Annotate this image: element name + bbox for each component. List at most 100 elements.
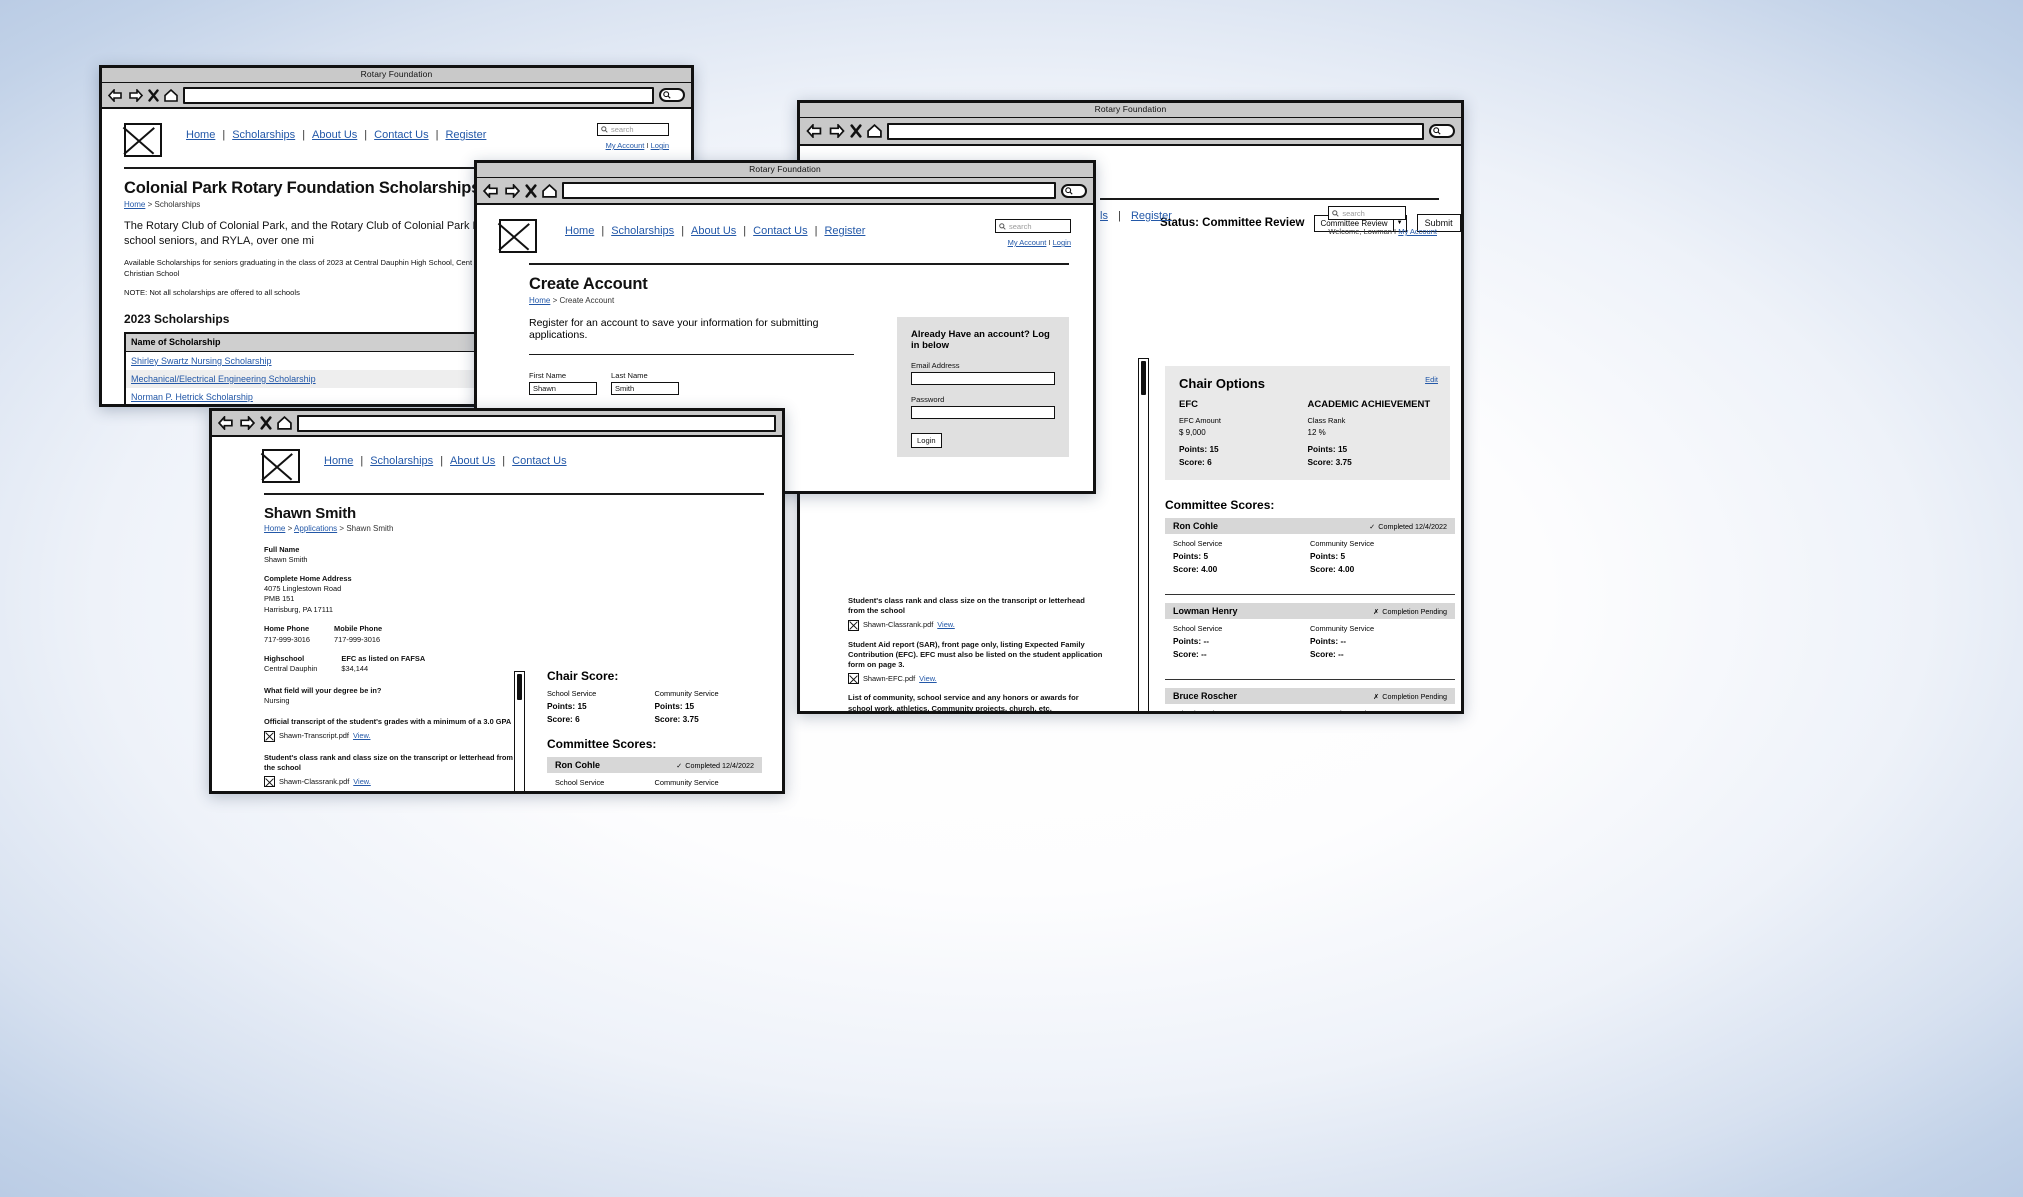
account-links[interactable]: My Account I Login [597,141,669,150]
doc-row-sar[interactable]: Shawn-EFC.pdf View. [848,673,1103,685]
back-icon[interactable] [108,88,123,102]
nav-item-register[interactable]: Register [1131,210,1172,222]
welcome-links[interactable]: Welcome, Lowman I My Account [1328,227,1437,236]
login-panel: Already Have an account? Log in below Em… [897,317,1069,457]
scholarship-link[interactable]: Norman P. Hetrick Scholarship [131,392,253,402]
main-nav[interactable]: Home | Scholarships | About Us | Contact… [565,225,865,237]
view-link[interactable]: View. [919,674,937,684]
close-icon[interactable] [148,88,159,102]
logo-placeholder-icon [499,219,537,253]
browser-navbar[interactable] [800,118,1461,146]
first-name-field[interactable]: Shawn [529,382,597,395]
breadcrumb-applications[interactable]: Applications [294,524,337,533]
main-nav[interactable]: Home | Scholarships | About Us | Contact… [324,455,567,467]
my-account-link[interactable]: My Account [606,141,645,150]
forward-icon[interactable] [239,416,255,430]
nav-item-scholarships[interactable]: Scholarships [232,129,295,141]
browser-search-box[interactable] [659,88,685,102]
last-name-field[interactable]: Smith [611,382,679,395]
login-button[interactable]: Login [911,433,942,448]
close-icon[interactable] [260,416,272,430]
search-input[interactable]: search [995,219,1071,233]
view-link[interactable]: View. [937,620,955,630]
nav-sep: | [1118,210,1121,222]
browser-navbar[interactable] [102,83,691,109]
nav-item-about-us-partial[interactable]: ls [1100,210,1108,222]
doc-row-classrank[interactable]: Shawn-Classrank.pdf View. [848,619,1103,631]
browser-navbar[interactable] [212,411,782,437]
nav-item-scholarships[interactable]: Scholarships [611,225,674,237]
forward-icon[interactable] [128,88,143,102]
page-scrollbar[interactable] [1138,358,1149,711]
browser-window-application[interactable]: Home | Scholarships | About Us | Contact… [209,408,785,794]
edit-link[interactable]: Edit [1425,375,1438,384]
address-bar[interactable] [297,414,776,432]
search-input[interactable]: search [597,123,669,136]
breadcrumb-sep: > [147,200,153,209]
browser-search-box[interactable] [1429,124,1455,138]
file-icon [264,776,275,788]
nav-item-home[interactable]: Home [565,225,594,237]
nav-item-about-us[interactable]: About Us [691,225,736,237]
committee-scores-heading: Committee Scores: [547,737,657,751]
nav-item-contact-us[interactable]: Contact Us [374,129,428,141]
browser-navbar[interactable] [477,178,1093,205]
back-icon[interactable] [218,416,234,430]
x-icon: ✗ [1373,606,1380,616]
forward-icon[interactable] [504,183,520,198]
forward-icon[interactable] [828,124,845,138]
main-nav[interactable]: Home | Scholarships | About Us | Contact… [186,129,486,141]
community-service-label: Community Service [1310,539,1375,548]
login-link[interactable]: Login [651,141,669,150]
nav-item-home[interactable]: Home [186,129,215,141]
scrollbar-thumb[interactable] [517,674,522,700]
efc-score: Score: 6 [1179,457,1308,467]
nav-item-register[interactable]: Register [824,225,865,237]
breadcrumb-home[interactable]: Home [124,200,145,209]
mobile-phone-value: 717-999-3016 [334,634,381,644]
scholarship-link[interactable]: Shirley Swartz Nursing Scholarship [131,356,272,366]
view-link[interactable]: View. [353,731,371,741]
login-link[interactable]: Login [1053,238,1071,247]
doc-row-transcript[interactable]: Shawn-Transcript.pdf View. [264,730,514,742]
account-links[interactable]: My Account I Login [995,238,1071,247]
doc-row-classrank[interactable]: Shawn-Classrank.pdf View. [264,776,514,788]
scholarship-link[interactable]: Mechanical/Electrical Engineering Schola… [131,374,316,384]
breadcrumb-sep: > [552,296,558,305]
address-bar[interactable] [562,182,1056,199]
view-link[interactable]: View. [353,777,371,787]
row-divider [1165,679,1455,680]
address-bar[interactable] [887,122,1424,140]
nav-item-contact-us[interactable]: Contact Us [753,225,807,237]
home-icon[interactable] [867,124,882,138]
home-icon[interactable] [164,88,178,102]
back-icon[interactable] [806,124,823,138]
nav-item-register[interactable]: Register [445,129,486,141]
academic-title: ACADEMIC ACHIEVEMENT [1307,399,1431,410]
breadcrumb-home[interactable]: Home [529,296,550,305]
school-service-label: School Service [1173,539,1223,548]
breadcrumb[interactable]: Home > Create Account [529,296,1071,305]
search-input[interactable]: search [1328,206,1407,220]
inner-scrollbar[interactable] [514,671,525,791]
home-icon[interactable] [277,416,292,430]
back-icon[interactable] [483,183,499,198]
close-icon[interactable] [850,124,862,138]
my-account-link[interactable]: My Account [1008,238,1047,247]
home-icon[interactable] [542,183,557,198]
nav-item-contact-us[interactable]: Contact Us [512,455,566,467]
address-bar[interactable] [183,86,654,104]
scrollbar-thumb[interactable] [1141,361,1146,395]
login-email-field[interactable] [911,372,1055,385]
main-nav-partial[interactable]: ls | Register [1100,210,1172,222]
my-account-link[interactable]: My Account [1398,227,1437,236]
login-password-field[interactable] [911,406,1055,419]
nav-item-about-us[interactable]: About Us [312,129,357,141]
browser-search-box[interactable] [1061,183,1087,198]
nav-item-about-us[interactable]: About Us [450,455,495,467]
close-icon[interactable] [525,183,537,198]
breadcrumb[interactable]: Home > Applications > Shawn Smith [264,524,760,533]
nav-item-scholarships[interactable]: Scholarships [370,455,433,467]
breadcrumb-home[interactable]: Home [264,524,285,533]
nav-item-home[interactable]: Home [324,455,353,467]
